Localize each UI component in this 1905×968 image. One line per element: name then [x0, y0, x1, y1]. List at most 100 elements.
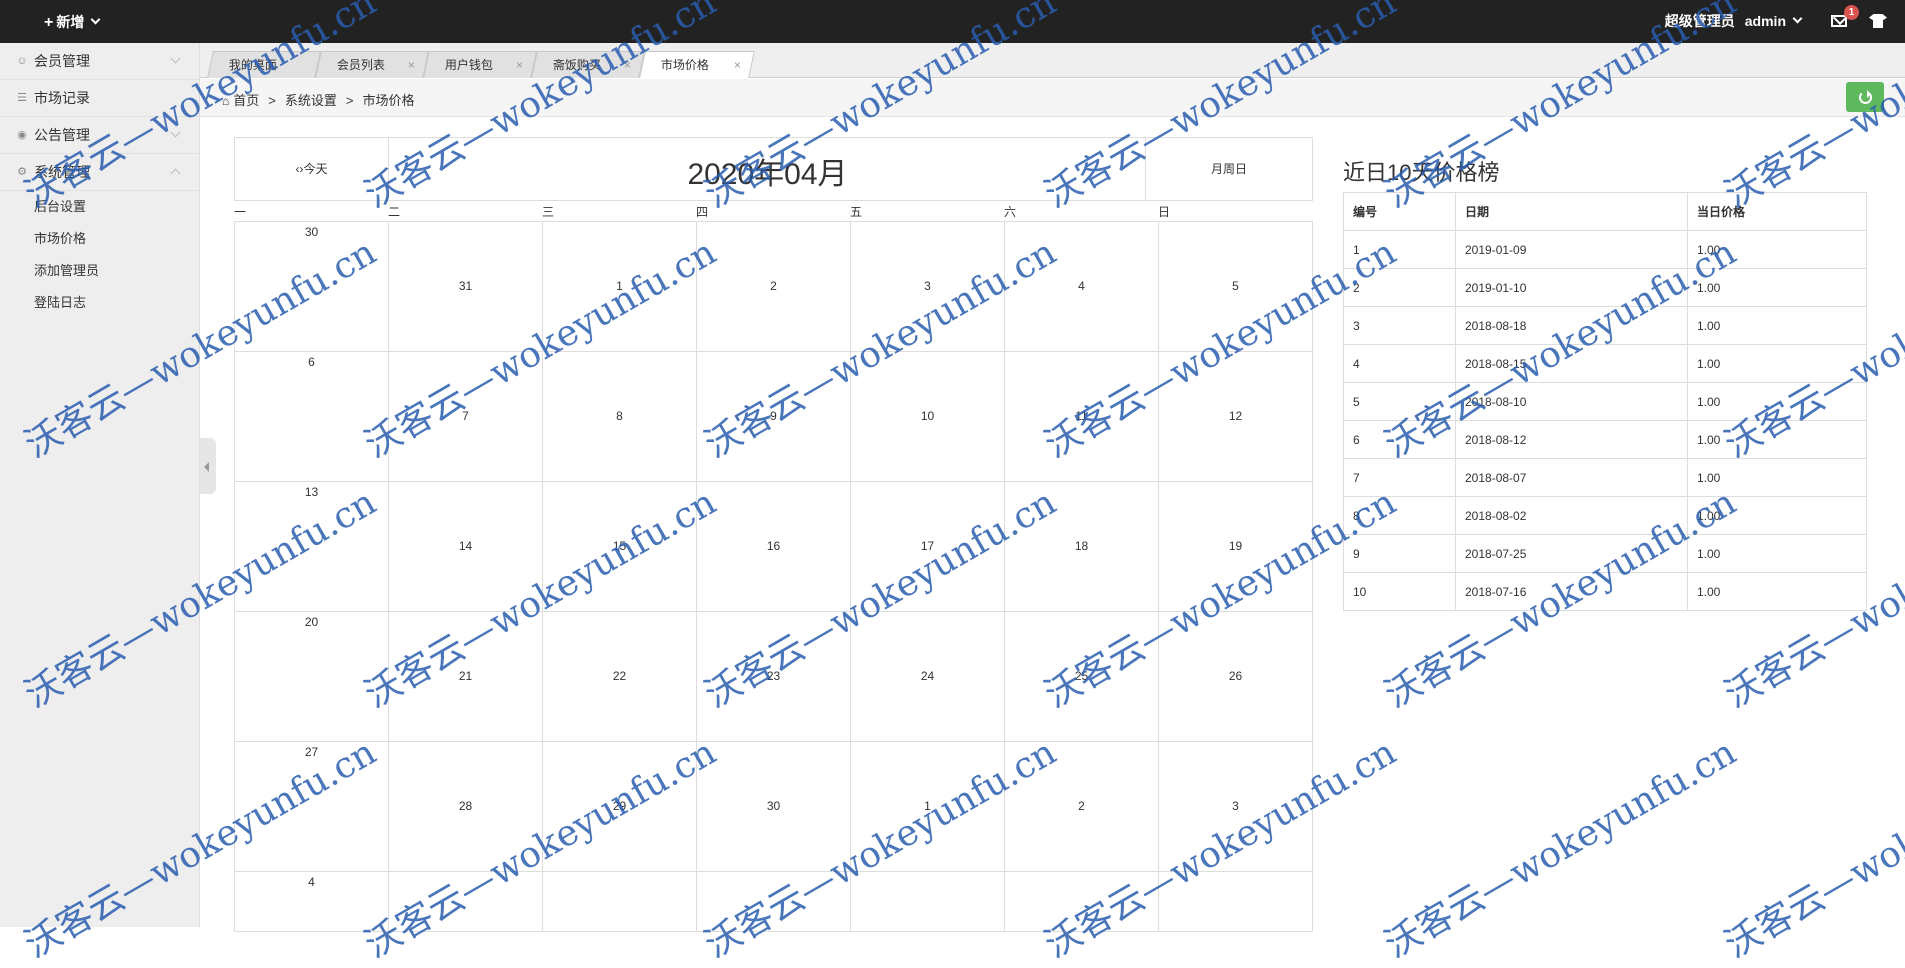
tab-market-price[interactable]: 市场价格 ×: [639, 51, 755, 78]
calendar-day-cell[interactable]: 8: [543, 352, 697, 482]
calendar-day-cell[interactable]: 10: [851, 352, 1005, 482]
sidebar-item-backend-settings[interactable]: 后台设置: [0, 191, 199, 223]
tab-meal-purchase[interactable]: 斋饭购买 ×: [531, 51, 645, 78]
calendar-day-cell[interactable]: [1005, 872, 1159, 932]
close-icon[interactable]: ×: [624, 58, 631, 72]
cell-id: 8: [1343, 496, 1456, 535]
calendar-day-cell[interactable]: 20: [235, 612, 389, 742]
calendar-day-cell[interactable]: 14: [389, 482, 543, 612]
tab-member-list[interactable]: 会员列表 ×: [315, 51, 429, 78]
calendar-day-cell[interactable]: [697, 872, 851, 932]
calendar-day-cell[interactable]: 17: [851, 482, 1005, 612]
calendar-day-cell[interactable]: 4: [1005, 222, 1159, 352]
calendar-day-number: 14: [458, 539, 473, 553]
cell-date: 2018-08-10: [1455, 382, 1688, 421]
calendar-day-cell[interactable]: 28: [389, 742, 543, 872]
calendar-day-cell[interactable]: 3: [1159, 742, 1313, 872]
table-row: 3 2018-08-18 1.00: [1343, 306, 1867, 345]
sidebar-item-market-price[interactable]: 市场价格: [0, 223, 199, 255]
weekday-label: 六: [1004, 205, 1017, 219]
calendar-day-cell[interactable]: [1159, 872, 1313, 932]
sidebar-group-system[interactable]: ⚙ 系统管理: [0, 154, 199, 191]
breadcrumb-home[interactable]: 首页: [233, 93, 259, 108]
tab-my-desktop[interactable]: 我的桌面: [207, 51, 321, 78]
weekday-label: 四: [696, 205, 709, 219]
calendar-day-cell[interactable]: 6: [235, 352, 389, 482]
list-icon: ☰: [17, 92, 27, 104]
calendar-today-button[interactable]: ‹›今天: [235, 138, 389, 200]
calendar-day-cell[interactable]: 26: [1159, 612, 1313, 742]
calendar-day-cell[interactable]: 27: [235, 742, 389, 872]
add-new-button[interactable]: + 新增: [44, 12, 101, 32]
chevron-down-icon: [170, 53, 181, 64]
sidebar-group-announcements[interactable]: ◉ 公告管理: [0, 117, 199, 154]
cell-price: 1.00: [1687, 420, 1867, 459]
sidebar-group-market-records[interactable]: ☰ 市场记录: [0, 80, 199, 117]
calendar-day-cell[interactable]: [389, 872, 543, 932]
calendar-day-cell[interactable]: 24: [851, 612, 1005, 742]
calendar-day-cell[interactable]: 4: [235, 872, 389, 932]
sidebar-item-add-admin[interactable]: 添加管理员: [0, 255, 199, 287]
calendar-day-cell[interactable]: 2: [697, 222, 851, 352]
cell-price: 1.00: [1687, 496, 1867, 535]
calendar-day-cell[interactable]: 16: [697, 482, 851, 612]
close-icon[interactable]: ×: [734, 58, 741, 72]
cell-price: 1.00: [1687, 344, 1867, 383]
calendar-day-cell[interactable]: [543, 872, 697, 932]
calendar-day-cell[interactable]: [851, 872, 1005, 932]
calendar-day-cell[interactable]: 30: [697, 742, 851, 872]
calendar-day-cell[interactable]: 2: [1005, 742, 1159, 872]
user-menu[interactable]: admin: [1745, 13, 1803, 29]
calendar-day-cell[interactable]: 15: [543, 482, 697, 612]
cell-id: 10: [1343, 572, 1456, 611]
calendar-day-number: 6: [308, 355, 315, 369]
breadcrumb-system-settings[interactable]: 系统设置: [285, 93, 337, 108]
close-icon[interactable]: ×: [516, 58, 523, 72]
table-row: 7 2018-08-07 1.00: [1343, 458, 1867, 497]
calendar-day-number: 7: [462, 409, 469, 423]
sidebar-collapse-toggle[interactable]: [200, 438, 216, 494]
cell-id: 9: [1343, 534, 1456, 573]
calendar-day-cell[interactable]: 22: [543, 612, 697, 742]
theme-shirt-icon[interactable]: [1869, 14, 1887, 28]
system-submenu: 后台设置 市场价格 添加管理员 登陆日志: [0, 191, 199, 319]
calendar-day-number: 13: [304, 485, 319, 499]
calendar-day-number: 30: [766, 799, 781, 813]
home-icon: ⌂: [222, 94, 230, 108]
calendar-day-number: 4: [308, 875, 315, 889]
table-row: 1 2019-01-09 1.00: [1343, 230, 1867, 269]
calendar-header: ‹›今天 2020年04月 月周日: [234, 137, 1313, 201]
calendar-day-cell[interactable]: 21: [389, 612, 543, 742]
calendar-view-switcher[interactable]: 月周日: [1145, 138, 1312, 200]
calendar-week-row: 27 28 29 30 1 2 3: [235, 742, 1313, 872]
calendar-day-cell[interactable]: 12: [1159, 352, 1313, 482]
cell-id: 7: [1343, 458, 1456, 497]
table-row: 8 2018-08-02 1.00: [1343, 496, 1867, 535]
calendar-day-cell[interactable]: 19: [1159, 482, 1313, 612]
sidebar-group-members[interactable]: ☺ 会员管理: [0, 43, 199, 80]
close-icon[interactable]: ×: [408, 58, 415, 72]
calendar-day-cell[interactable]: 30: [235, 222, 389, 352]
calendar-day-number: 22: [612, 669, 627, 683]
cell-price: 1.00: [1687, 268, 1867, 307]
calendar-day-cell[interactable]: 13: [235, 482, 389, 612]
cell-date: 2018-08-15: [1455, 344, 1688, 383]
calendar-day-cell[interactable]: 1: [851, 742, 1005, 872]
calendar-day-cell[interactable]: 9: [697, 352, 851, 482]
calendar-day-cell[interactable]: 5: [1159, 222, 1313, 352]
refresh-button[interactable]: [1846, 82, 1884, 112]
calendar-day-number: 21: [458, 669, 473, 683]
calendar-day-cell[interactable]: 7: [389, 352, 543, 482]
top-bar: + 新增 超级管理员 admin 1: [0, 0, 1905, 43]
calendar-day-cell[interactable]: 11: [1005, 352, 1159, 482]
tab-user-wallet[interactable]: 用户钱包 ×: [423, 51, 537, 78]
calendar-day-cell[interactable]: 18: [1005, 482, 1159, 612]
calendar-day-cell[interactable]: 25: [1005, 612, 1159, 742]
calendar-day-cell[interactable]: 29: [543, 742, 697, 872]
calendar-day-cell[interactable]: 31: [389, 222, 543, 352]
calendar-day-cell[interactable]: 1: [543, 222, 697, 352]
calendar-day-cell[interactable]: 3: [851, 222, 1005, 352]
calendar-day-cell[interactable]: 23: [697, 612, 851, 742]
sidebar-item-login-log[interactable]: 登陆日志: [0, 287, 199, 319]
mail-icon[interactable]: 1: [1831, 5, 1859, 27]
